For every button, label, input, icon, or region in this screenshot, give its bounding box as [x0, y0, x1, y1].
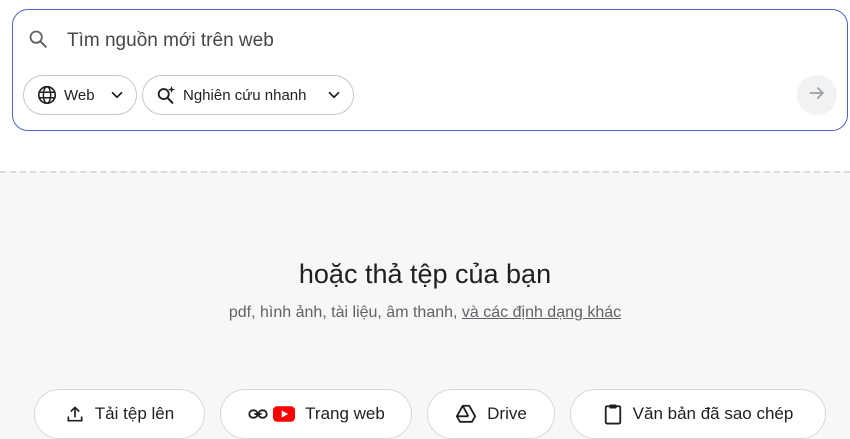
drop-subtitle: pdf, hình ảnh, tài liệu, âm thanh, và cá… — [0, 304, 850, 322]
pasted-text-button[interactable]: Văn bản đã sao chép — [570, 389, 826, 439]
source-type-dropdown[interactable]: Web — [23, 75, 137, 115]
drive-icon — [455, 403, 477, 425]
web-search-card: Web Nghiên cứu nhanh — [12, 9, 848, 131]
search-spark-icon — [155, 84, 177, 106]
upload-file-label: Tải tệp lên — [94, 404, 175, 423]
drop-title: hoặc thả tệp của bạn — [298, 259, 552, 289]
website-icons — [247, 403, 296, 425]
upload-icon — [65, 404, 85, 424]
pasted-text-label: Văn bản đã sao chép — [632, 404, 794, 423]
submit-search-button[interactable] — [797, 75, 837, 115]
search-row — [13, 10, 847, 70]
globe-icon — [36, 84, 58, 106]
clipboard-icon — [603, 403, 623, 425]
source-type-label: Web — [64, 86, 95, 104]
upload-file-button[interactable]: Tải tệp lên — [34, 389, 205, 439]
more-formats-link[interactable]: và các định dạng khác — [462, 304, 621, 321]
arrow-right-icon — [807, 83, 827, 108]
file-drop-zone[interactable]: hoặc thả tệp của bạn pdf, hình ảnh, tài … — [0, 171, 850, 439]
website-source-button[interactable]: Trang web — [220, 389, 412, 439]
search-input[interactable] — [67, 26, 767, 56]
youtube-icon — [273, 406, 296, 422]
add-sources-page: Web Nghiên cứu nhanh — [0, 0, 850, 439]
chevron-down-icon — [325, 86, 343, 104]
research-mode-label: Nghiên cứu nhanh — [183, 86, 307, 104]
drive-source-button[interactable]: Drive — [427, 389, 555, 439]
drive-source-label: Drive — [487, 404, 527, 423]
supported-formats-text: pdf, hình ảnh, tài liệu, âm thanh, — [228, 304, 458, 321]
link-icon — [247, 403, 269, 425]
research-mode-dropdown[interactable]: Nghiên cứu nhanh — [142, 75, 354, 115]
chevron-down-icon — [108, 86, 126, 104]
search-icon — [27, 28, 49, 50]
website-source-label: Trang web — [305, 404, 385, 423]
